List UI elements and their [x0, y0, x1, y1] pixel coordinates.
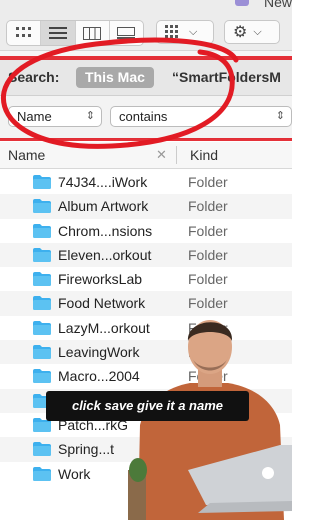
gallery-view-icon [117, 27, 136, 39]
red-underline-top [0, 56, 292, 60]
file-name: Work [58, 465, 91, 482]
icon-view-icon [15, 27, 31, 37]
chevron-down-icon: ⌵ [189, 25, 198, 38]
folder-icon [33, 296, 51, 311]
operator-select[interactable]: contains ⇕ [110, 106, 292, 127]
operator-select-value: contains [119, 109, 168, 124]
folder-icon [33, 247, 51, 262]
file-kind: Folder [188, 271, 228, 288]
file-name: Album Artwork [58, 198, 149, 215]
folder-icon [33, 369, 51, 384]
attribute-select-value: Name [17, 109, 52, 124]
column-view-icon [83, 26, 102, 40]
file-name: Spring...t [58, 441, 115, 458]
search-scope-bar: Search: This Mac “SmartFoldersM [0, 59, 292, 96]
close-icon: ✕ [156, 147, 167, 162]
scope-folder-button[interactable]: “SmartFoldersM [172, 69, 281, 85]
table-row[interactable]: FireworksLab Folder [0, 267, 292, 291]
file-name: FireworksLab [58, 271, 143, 288]
updown-chevron-icon: ⇕ [85, 110, 95, 122]
scope-this-mac-button[interactable]: This Mac [76, 67, 154, 88]
chevron-down-icon: ⌵ [253, 25, 262, 38]
red-underline-bottom [0, 138, 292, 141]
table-row[interactable]: Chrom...nsions Folder [0, 219, 292, 243]
table-row[interactable]: Album Artwork Folder [0, 194, 292, 219]
attribute-select[interactable]: Name ⇕ [8, 106, 102, 127]
group-by-button[interactable]: ⌵ [156, 20, 214, 44]
folder-icon [33, 199, 51, 214]
file-name: Eleven...orkout [58, 246, 152, 263]
column-header: Name ✕ Kind [0, 142, 292, 169]
video-caption: click save give it a name [46, 391, 249, 421]
gear-icon: ⚙ [233, 24, 248, 41]
folder-icon [33, 442, 51, 457]
file-name: 74J34....iWork [58, 174, 148, 190]
folder-icon [33, 345, 51, 360]
updown-chevron-icon: ⇕ [275, 110, 285, 122]
file-kind: Folder [188, 222, 228, 239]
window-title: New [263, 0, 292, 10]
app-icon [235, 0, 249, 6]
group-by-icon [165, 25, 178, 38]
file-kind: Folder [188, 198, 228, 215]
file-kind: Folder [188, 246, 228, 263]
search-criteria-bar: Name ⇕ contains ⇕ [0, 96, 292, 139]
gallery-view-button[interactable] [110, 21, 143, 45]
list-view-button[interactable] [41, 21, 76, 45]
folder-icon [33, 272, 51, 287]
icon-view-button[interactable] [7, 21, 42, 45]
column-divider[interactable] [176, 146, 177, 164]
table-row[interactable]: 74J34....iWork Folder [0, 170, 292, 194]
finder-toolbar: New ⌵ ⚙ ⌵ [0, 0, 292, 50]
folder-icon [33, 466, 51, 481]
folder-icon [33, 223, 51, 238]
file-name: Chrom...nsions [58, 222, 153, 239]
folder-icon [33, 320, 51, 335]
folder-icon [33, 175, 51, 189]
action-button[interactable]: ⚙ ⌵ [224, 20, 280, 44]
search-label: Search: [8, 69, 60, 85]
name-column-header[interactable]: Name [8, 147, 45, 163]
kind-column-header[interactable]: Kind [190, 147, 218, 163]
table-row[interactable]: Eleven...orkout Folder [0, 242, 292, 268]
view-mode-segmented-control [6, 20, 144, 46]
list-view-icon [48, 27, 67, 39]
file-kind: Folder [188, 174, 228, 190]
column-view-button[interactable] [76, 21, 110, 45]
